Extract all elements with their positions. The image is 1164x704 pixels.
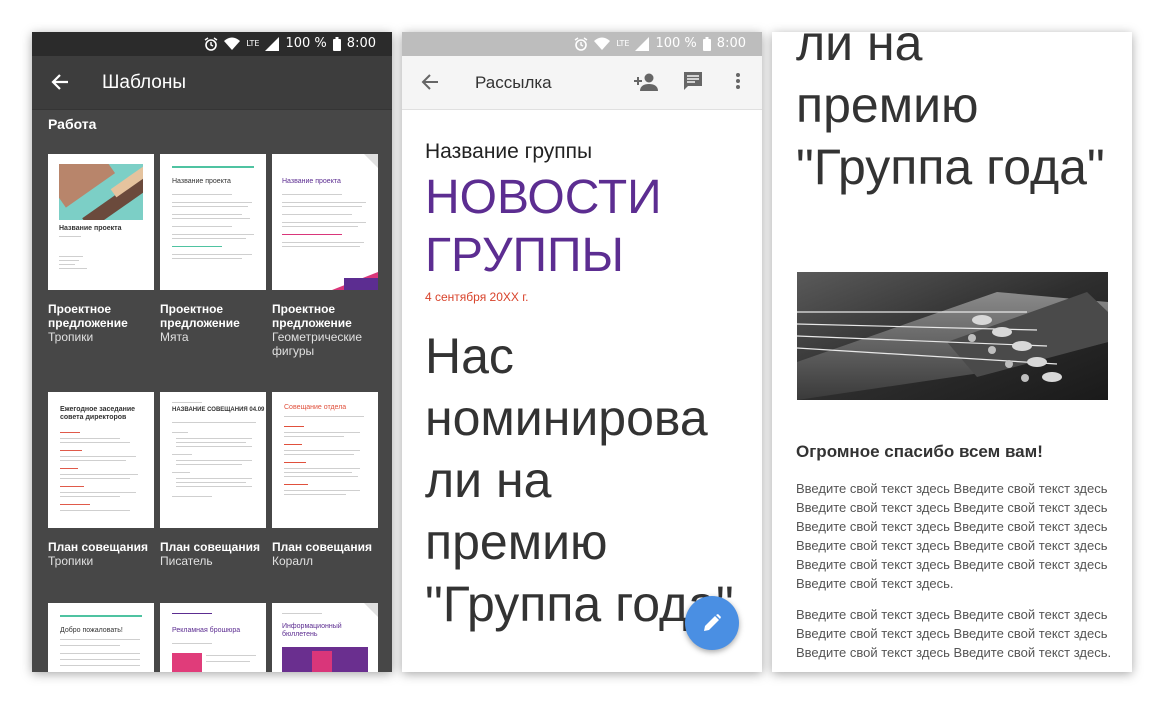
body-paragraph: Введите свой текст здесь Введите свой те… [796,481,1108,591]
wifi-icon [224,37,241,50]
template-card[interactable]: Ежегодное заседание совета директоров Пл… [48,392,154,568]
status-bar: LTE 100 % 8:00 [32,32,392,56]
thanks-heading: Огромное спасибо всем вам! [796,442,1043,461]
newsletter-screen: LTE 100 % 8:00 Рассылка Название группы … [402,32,762,672]
page-title: Шаблоны [102,72,187,93]
thumb-title: Информационный бюллетень [282,623,342,638]
comment-icon[interactable] [683,71,703,91]
template-card[interactable]: Название проекта Проектное предложение М… [160,154,266,344]
lte-indicator: LTE [616,38,630,48]
clock: 8:00 [716,36,746,51]
thumb-title: Название проекта [59,225,122,232]
template-name: Проектное предложение [272,302,352,330]
app-bar: Рассылка [402,56,762,110]
thumb-title: Название проекта [282,178,341,185]
pencil-icon [704,614,721,631]
edit-fab[interactable] [685,596,739,650]
template-style: Тропики [48,330,94,344]
template-name: План совещания [272,540,372,554]
news-title: НОВОСТИ ГРУППЫ [425,171,662,282]
group-name: Название группы [425,140,593,163]
template-thumbnail: Название проекта [48,154,154,290]
document-screen: ли на премию "Группа года" Огромное спас… [772,32,1132,672]
lte-indicator: LTE [246,38,260,48]
template-thumbnail: Рекламная брошюра [160,603,266,672]
document-title: Рассылка [475,73,552,92]
add-person-icon[interactable] [634,71,658,93]
body-paragraph: Введите свой текст здесь Введите свой те… [796,607,1112,660]
template-card[interactable]: НАЗВАНИЕ СОВЕЩАНИЯ 04.09 План совещания … [160,392,266,568]
thumb-title: Название проекта [172,178,231,185]
template-thumbnail: Название проекта [272,154,378,290]
template-style: Геометрические фигуры [272,330,362,358]
template-card[interactable]: Совещание отдела План совещания Коралл [272,392,378,568]
wifi-icon [594,37,611,50]
back-arrow-icon[interactable] [50,72,70,92]
battery-icon [332,36,341,51]
signal-icon [265,36,280,51]
thumb-title: НАЗВАНИЕ СОВЕЩАНИЯ 04.09 [172,407,265,413]
battery-icon [702,36,711,51]
headline: ли на премию "Группа года" [796,32,1105,195]
template-thumbnail: Название проекта [160,154,266,290]
template-thumbnail: Информационный бюллетень [272,603,378,672]
signal-icon [635,36,650,51]
thumb-title: Рекламная брошюра [172,627,241,634]
thumb-title: Ежегодное заседание совета директоров [60,406,136,421]
template-style: Коралл [272,554,314,568]
alarm-icon [204,36,218,51]
battery-percent: 100 % [285,36,327,51]
templates-screen: LTE 100 % 8:00 Шаблоны Работа Название п… [32,32,392,672]
template-style: Писатель [160,554,213,568]
template-thumbnail: Ежегодное заседание совета директоров [48,392,154,528]
thumb-title: Совещание отдела [284,404,347,411]
template-card[interactable]: Название проекта Проектное предложение Т… [48,154,154,344]
template-thumbnail: Совещание отдела [272,392,378,528]
alarm-icon [574,36,588,51]
app-bar: Шаблоны [32,56,392,110]
template-card[interactable]: Информационный бюллетень [272,603,378,672]
template-style: Тропики [48,554,94,568]
battery-percent: 100 % [655,36,697,51]
clock: 8:00 [346,36,376,51]
template-style: Мята [160,330,189,344]
back-arrow-icon[interactable] [420,72,440,92]
section-label: Работа [48,116,97,132]
template-card[interactable]: Название проекта Проектное предложение Г… [272,154,378,358]
status-bar: LTE 100 % 8:00 [402,32,762,56]
template-name: Проектное предложение [160,302,240,330]
thumb-title: Добро пожаловать! [60,627,123,634]
template-card[interactable]: Рекламная брошюра [160,603,266,672]
issue-date: 4 сентября 20XX г. [425,290,529,304]
template-thumbnail: Добро пожаловать! [48,603,154,672]
template-name: План совещания [160,540,260,554]
headline: Нас номинирова ли на премию "Группа года… [425,328,734,632]
template-thumbnail: НАЗВАНИЕ СОВЕЩАНИЯ 04.09 [160,392,266,528]
template-name: Проектное предложение [48,302,128,330]
template-card[interactable]: Добро пожаловать! [48,603,154,672]
guitar-photo [797,272,1108,400]
template-name: План совещания [48,540,148,554]
more-vert-icon[interactable] [735,71,741,91]
